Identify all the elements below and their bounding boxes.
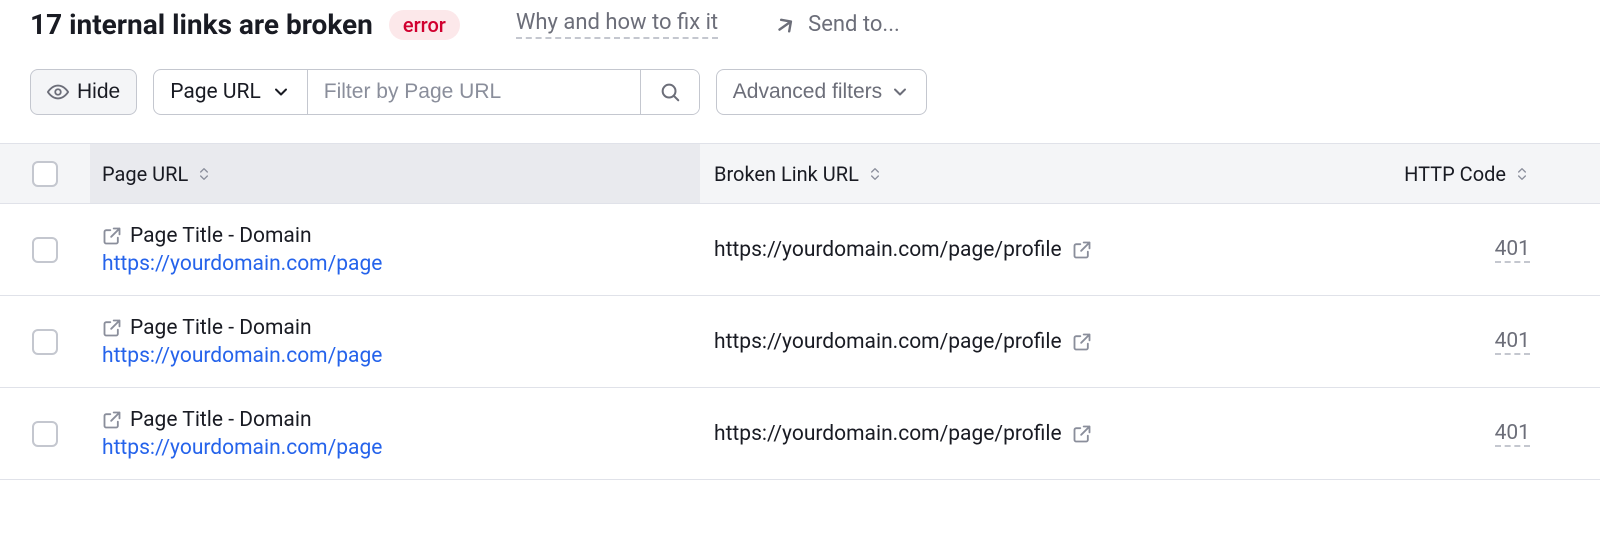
page-url-link[interactable]: https://yourdomain.com/page [102, 436, 700, 460]
row-checkbox[interactable] [32, 329, 58, 355]
send-to-label: Send to... [808, 12, 900, 37]
col-header-http-code[interactable]: HTTP Code [1404, 162, 1530, 186]
severity-badge: error [389, 10, 460, 40]
broken-link-url[interactable]: https://yourdomain.com/page/profile [714, 422, 1092, 446]
issue-title: 17 internal links are broken [30, 8, 373, 41]
external-link-icon [102, 226, 122, 246]
hide-button[interactable]: Hide [30, 69, 137, 115]
chevron-down-icon [890, 82, 910, 102]
search-icon [659, 81, 681, 103]
http-code[interactable]: 401 [1495, 421, 1530, 447]
broken-link-url[interactable]: https://yourdomain.com/page/profile [714, 330, 1092, 354]
how-to-fix-link[interactable]: Why and how to fix it [516, 10, 718, 39]
http-code[interactable]: 401 [1495, 237, 1530, 263]
filter-field-select[interactable]: Page URL [154, 70, 308, 114]
page-url-link[interactable]: https://yourdomain.com/page [102, 252, 700, 276]
external-link-icon [102, 318, 122, 338]
external-link-icon [1072, 332, 1092, 352]
external-link-icon [102, 410, 122, 430]
row-checkbox[interactable] [32, 421, 58, 447]
sort-icon [867, 166, 883, 182]
filter-input-wrap [308, 70, 641, 114]
filter-input[interactable] [324, 80, 624, 104]
col-header-page-url[interactable]: Page URL [102, 162, 212, 186]
external-link-icon [1072, 240, 1092, 260]
sort-icon [196, 166, 212, 182]
page-title: Page Title - Domain [130, 224, 312, 248]
external-link-icon [1072, 424, 1092, 444]
table-row: Page Title - Domain https://yourdomain.co… [0, 388, 1600, 480]
page-url-link[interactable]: https://yourdomain.com/page [102, 344, 700, 368]
advanced-filters-button[interactable]: Advanced filters [716, 69, 927, 115]
filter-field-group: Page URL [153, 69, 700, 115]
advanced-filters-label: Advanced filters [733, 80, 882, 104]
col-header-page-label: Page URL [102, 162, 188, 186]
broken-link-url[interactable]: https://yourdomain.com/page/profile [714, 238, 1092, 262]
page-title-line[interactable]: Page Title - Domain [102, 224, 700, 248]
hide-label: Hide [77, 80, 120, 104]
col-header-code-label: HTTP Code [1404, 162, 1506, 186]
filter-search-button[interactable] [641, 70, 699, 114]
col-header-broken-url[interactable]: Broken Link URL [714, 162, 883, 186]
broken-url-text: https://yourdomain.com/page/profile [714, 422, 1062, 446]
broken-url-text: https://yourdomain.com/page/profile [714, 330, 1062, 354]
select-all-checkbox[interactable] [32, 161, 58, 187]
results-table: Page URL Broken Link URL HTTP Code Page … [0, 143, 1600, 480]
table-row: Page Title - Domain https://yourdomain.co… [0, 296, 1600, 388]
col-header-broken-label: Broken Link URL [714, 162, 859, 186]
page-title-line[interactable]: Page Title - Domain [102, 316, 700, 340]
filter-field-label: Page URL [170, 80, 261, 104]
sort-icon [1514, 166, 1530, 182]
broken-url-text: https://yourdomain.com/page/profile [714, 238, 1062, 262]
row-checkbox[interactable] [32, 237, 58, 263]
page-title: Page Title - Domain [130, 408, 312, 432]
send-icon [774, 13, 798, 37]
eye-icon [47, 81, 69, 103]
page-title: Page Title - Domain [130, 316, 312, 340]
table-row: Page Title - Domain https://yourdomain.co… [0, 204, 1600, 296]
chevron-down-icon [271, 82, 291, 102]
send-to-button[interactable]: Send to... [774, 12, 900, 37]
table-header: Page URL Broken Link URL HTTP Code [0, 144, 1600, 204]
page-title-line[interactable]: Page Title - Domain [102, 408, 700, 432]
table-body: Page Title - Domain https://yourdomain.co… [0, 204, 1600, 480]
http-code[interactable]: 401 [1495, 329, 1530, 355]
